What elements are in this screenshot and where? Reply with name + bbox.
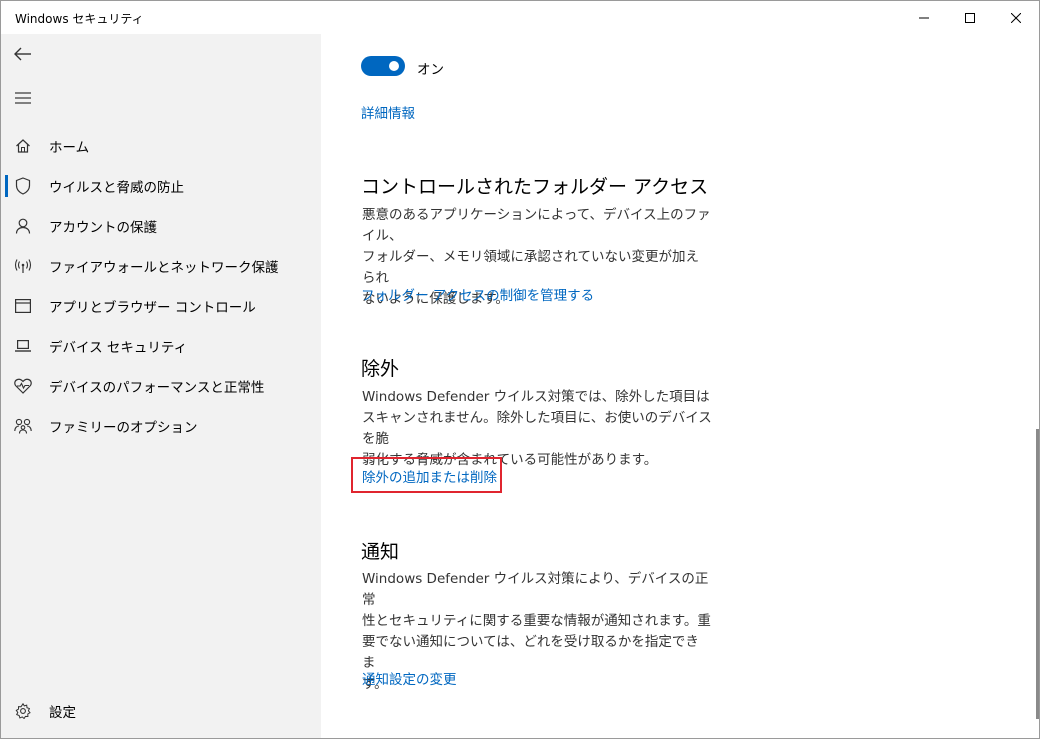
person-icon xyxy=(1,206,45,246)
sidebar-item-family-options[interactable]: ファミリーのオプション xyxy=(1,406,321,446)
back-arrow-icon xyxy=(14,47,31,61)
title-bar: Windows セキュリティ xyxy=(1,1,1039,34)
close-button[interactable] xyxy=(993,1,1039,34)
realtime-toggle[interactable] xyxy=(361,56,405,76)
exclusions-heading: 除外 xyxy=(361,358,400,380)
exclusions-desc-line: Windows Defender ウイルス対策では、除外した項目は xyxy=(362,389,710,405)
toggle-knob xyxy=(389,61,399,71)
sidebar: ホーム ウイルスと脅威の防止 アカウントの保護 ファイアウォールとネットワーク保… xyxy=(1,34,321,738)
maximize-icon xyxy=(965,12,975,23)
cfa-desc-line: 悪意のあるアプリケーションによって、デバイス上のファイル、 xyxy=(362,207,711,244)
notifications-desc-line: Windows Defender ウイルス対策により、デバイスの正常 xyxy=(362,571,709,608)
sidebar-item-label: アカウントの保護 xyxy=(49,220,157,236)
details-link[interactable]: 詳細情報 xyxy=(361,102,415,122)
sidebar-item-label: デバイス セキュリティ xyxy=(49,340,188,356)
laptop-icon xyxy=(1,326,45,366)
app-window-icon xyxy=(1,286,45,326)
back-button[interactable] xyxy=(1,34,45,74)
menu-button[interactable] xyxy=(1,78,45,118)
sidebar-item-account-protection[interactable]: アカウントの保護 xyxy=(1,206,321,246)
manage-folder-access-link[interactable]: フォルダー アクセスの制御を管理する xyxy=(361,284,594,304)
sidebar-item-device-performance[interactable]: デバイスのパフォーマンスと正常性 xyxy=(1,366,321,406)
wireless-icon xyxy=(1,246,45,286)
cfa-desc-line: フォルダー、メモリ領域に承認されていない変更が加えられ xyxy=(362,249,699,286)
scrollbar[interactable] xyxy=(1036,429,1039,719)
close-icon xyxy=(1011,12,1021,23)
sidebar-item-label: デバイスのパフォーマンスと正常性 xyxy=(49,380,265,396)
sidebar-item-label: ファイアウォールとネットワーク保護 xyxy=(49,260,279,276)
notification-settings-link[interactable]: 通知設定の変更 xyxy=(362,668,457,688)
sidebar-item-settings[interactable]: 設定 xyxy=(1,691,321,731)
family-icon xyxy=(1,406,45,446)
window-title: Windows セキュリティ xyxy=(15,12,144,26)
cfa-heading: コントロールされたフォルダー アクセス xyxy=(361,176,709,198)
add-remove-exclusions-link[interactable]: 除外の追加または削除 xyxy=(362,466,497,486)
sidebar-item-device-security[interactable]: デバイス セキュリティ xyxy=(1,326,321,366)
minimize-button[interactable] xyxy=(901,1,947,34)
notifications-heading: 通知 xyxy=(361,541,400,563)
sidebar-item-virus-protection[interactable]: ウイルスと脅威の防止 xyxy=(1,166,321,206)
minimize-icon xyxy=(919,17,929,18)
sidebar-item-label: ホーム xyxy=(49,140,90,156)
sidebar-item-label: アプリとブラウザー コントロール xyxy=(49,300,256,316)
sidebar-item-home[interactable]: ホーム xyxy=(1,126,321,166)
gear-icon xyxy=(1,691,45,731)
sidebar-item-label: ウイルスと脅威の防止 xyxy=(49,180,184,196)
heart-pulse-icon xyxy=(1,366,45,406)
sidebar-item-firewall[interactable]: ファイアウォールとネットワーク保護 xyxy=(1,246,321,286)
hamburger-menu-icon xyxy=(15,92,31,104)
home-icon xyxy=(1,126,45,166)
exclusions-desc-line: スキャンされません。除外した項目に、お使いのデバイスを脆 xyxy=(362,410,712,447)
app-window: Windows セキュリティ ホーム ウイルスと脅威の防止 アカウントの保護 フ… xyxy=(0,0,1040,739)
main-content: オン 詳細情報 コントロールされたフォルダー アクセス 悪意のあるアプリケーショ… xyxy=(321,34,1039,738)
maximize-button[interactable] xyxy=(947,1,993,34)
sidebar-item-label: ファミリーのオプション xyxy=(49,420,198,436)
sidebar-item-label: 設定 xyxy=(49,705,76,721)
sidebar-item-app-browser-control[interactable]: アプリとブラウザー コントロール xyxy=(1,286,321,326)
toggle-state-label: オン xyxy=(417,62,444,78)
shield-icon xyxy=(1,166,45,206)
notifications-desc-line: 性とセキュリティに関する重要な情報が通知されます。重 xyxy=(362,613,711,629)
